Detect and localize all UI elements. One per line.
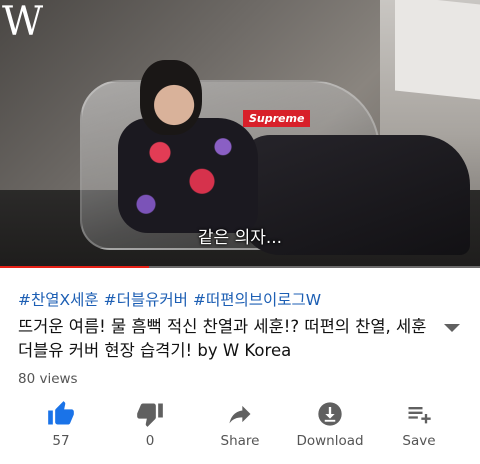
share-arrow-icon (226, 400, 254, 428)
action-bar: 57 0 Share Download Save (0, 396, 480, 458)
dislike-button[interactable]: 0 (102, 396, 198, 458)
person-head (140, 60, 202, 135)
progress-bar[interactable] (0, 266, 480, 268)
share-label: Share (220, 433, 260, 449)
chevron-down-icon[interactable] (443, 319, 461, 332)
brand-tag: Supreme (243, 110, 311, 127)
download-icon (316, 400, 344, 428)
dislike-count: 0 (145, 433, 155, 449)
person-shirt (118, 118, 258, 233)
download-button[interactable]: Download (282, 396, 378, 458)
download-label: Download (296, 433, 364, 449)
hashtag-link[interactable]: #더블유커버 (104, 291, 188, 309)
progress-bar-fill (0, 266, 149, 268)
like-count: 57 (52, 433, 70, 449)
save-label: Save (402, 433, 436, 449)
save-button[interactable]: Save (371, 396, 467, 458)
share-button[interactable]: Share (192, 396, 288, 458)
channel-logo: W (2, 0, 44, 45)
video-title[interactable]: 뜨거운 여름! 물 흠뻑 적신 찬열과 세훈!? 떠편의 찬열, 세훈 더블유 … (18, 315, 428, 363)
view-count: 80 views (18, 371, 78, 387)
studio-reflector-panel (395, 0, 480, 100)
thumbs-down-icon (136, 400, 164, 428)
hashtag-list: #찬열X세훈 #더블유커버 #떠편의브이로그W (18, 290, 326, 310)
thumbs-up-icon (47, 400, 75, 428)
video-caption: 같은 의자... (197, 228, 283, 248)
hashtag-link[interactable]: #떠편의브이로그W (193, 291, 321, 309)
hashtag-link[interactable]: #찬열X세훈 (18, 291, 99, 309)
like-button[interactable]: 57 (13, 396, 109, 458)
playlist-add-icon (405, 400, 433, 428)
video-player[interactable]: Supreme W 같은 의자... (0, 0, 480, 268)
